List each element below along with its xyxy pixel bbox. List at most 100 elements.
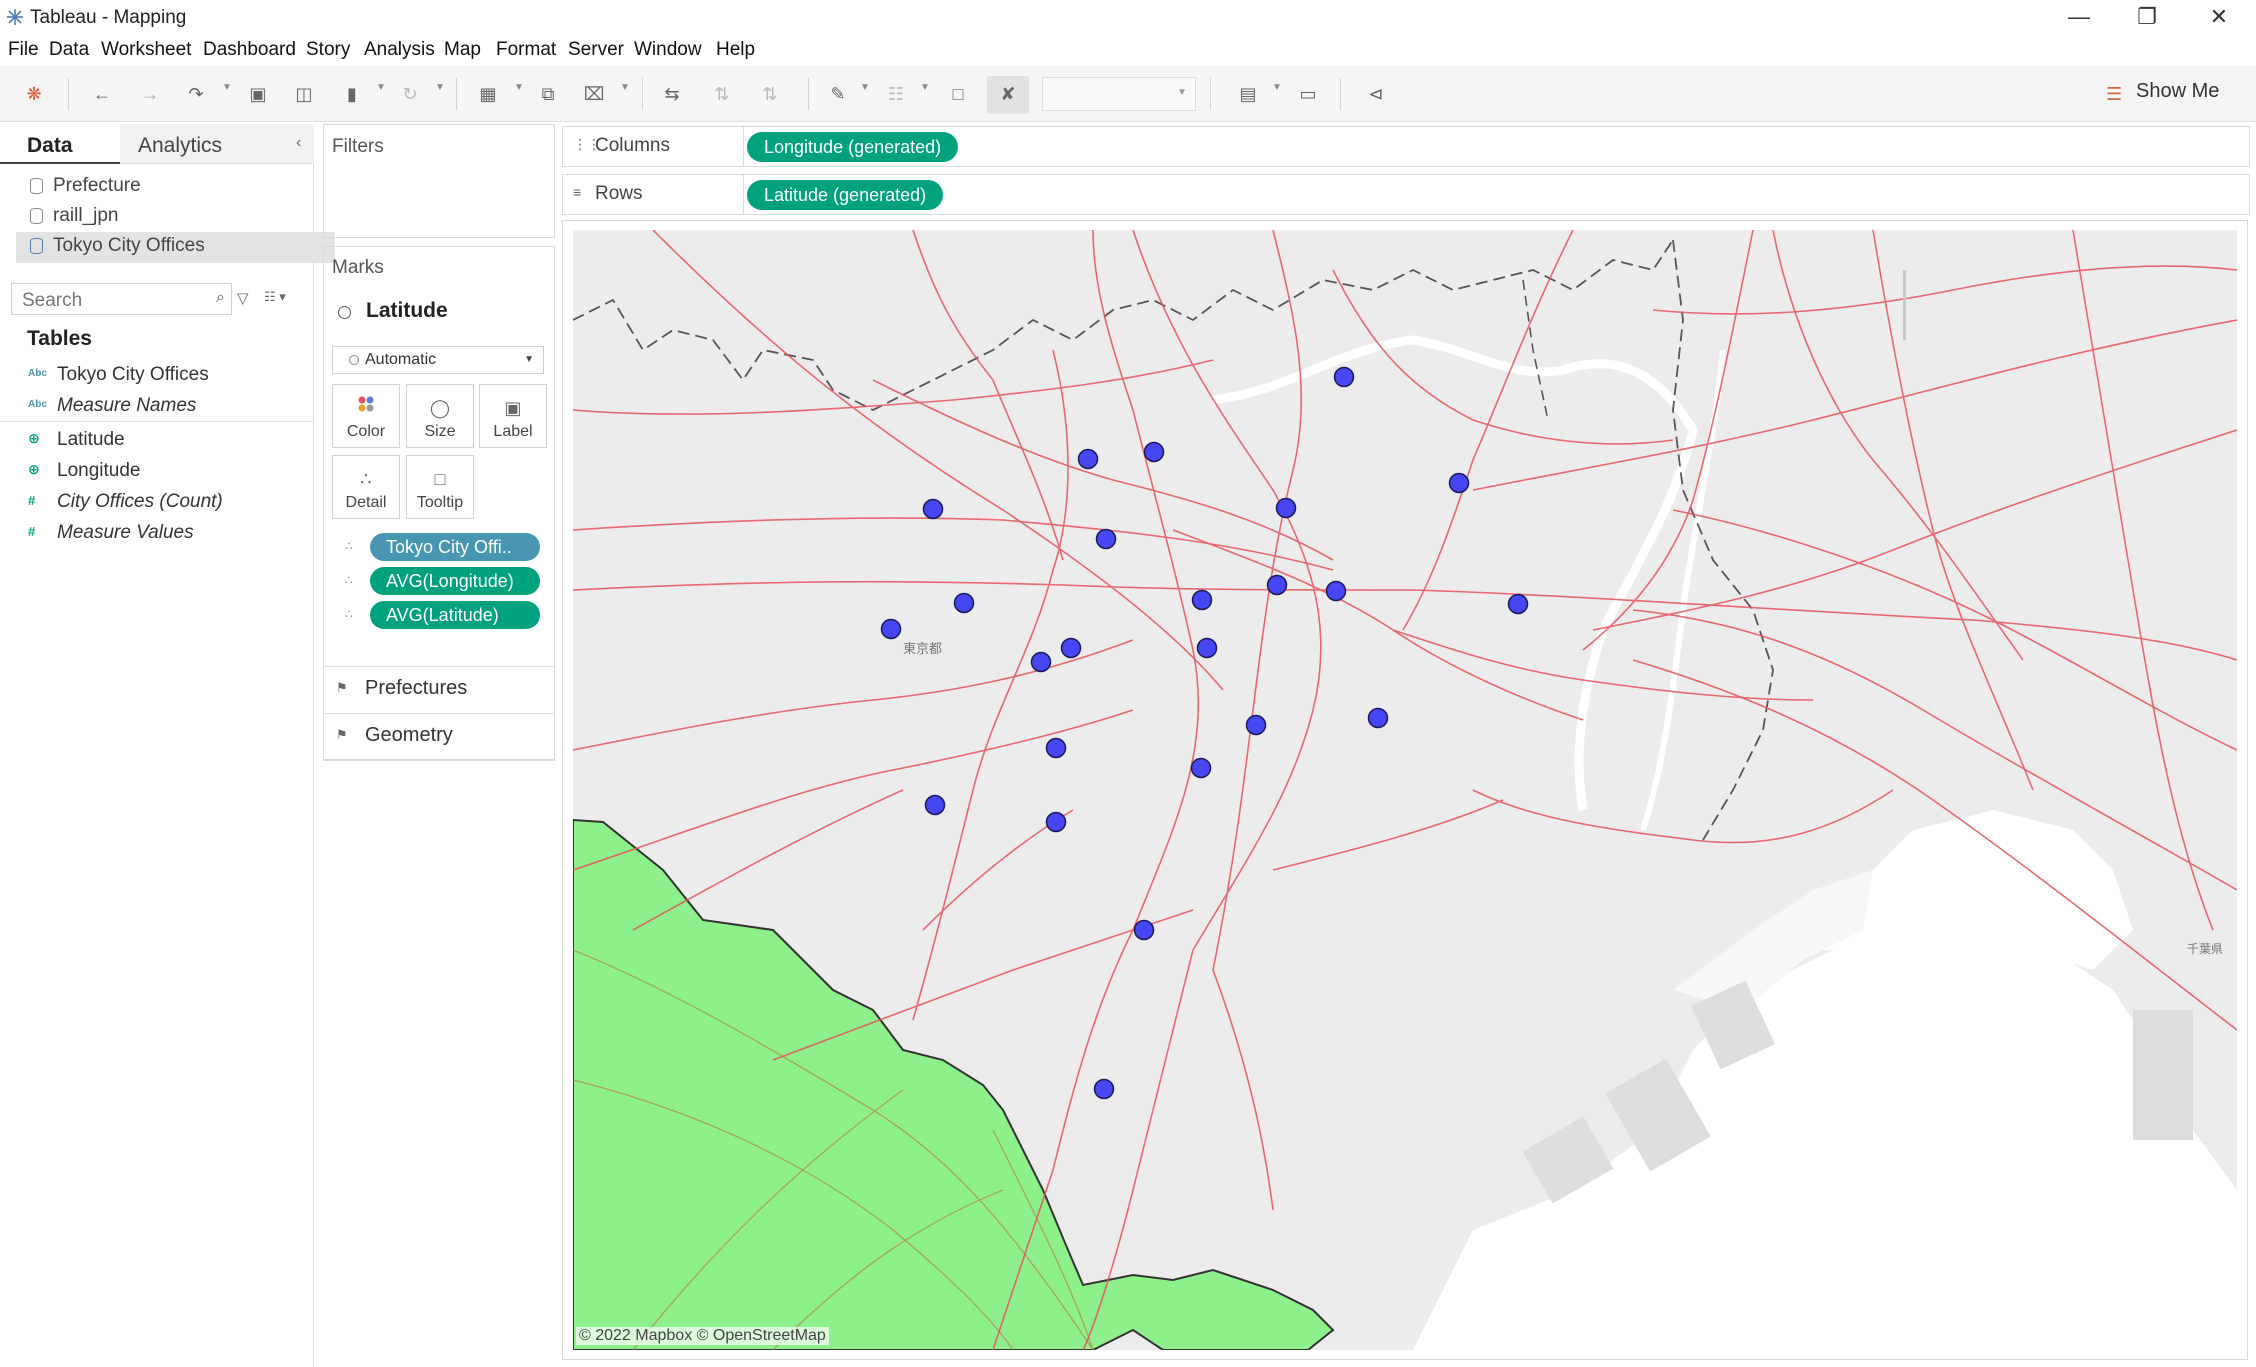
map-canvas[interactable]: 東京都 千葉県 [573, 230, 2237, 1350]
menu-story[interactable]: Story [306, 39, 350, 61]
presentation-icon[interactable]: ▭ [1294, 80, 1322, 108]
field-measure-names[interactable]: Abc Measure Names [0, 392, 314, 422]
menu-dashboard[interactable]: Dashboard [203, 39, 296, 61]
show-me-button[interactable]: Show Me [2136, 80, 2219, 103]
sort-ascending-icon[interactable]: ⇅ [708, 80, 736, 108]
menu-file[interactable]: File [8, 39, 39, 61]
city-office-point[interactable] [1045, 737, 1067, 759]
view-options-icon[interactable]: ☷ ▾ [264, 289, 286, 305]
pill-latitude-generated[interactable]: Latitude (generated) [747, 180, 944, 210]
chevron-down-icon: ▼ [524, 354, 534, 365]
field-tokyo-city-offices[interactable]: Abc Tokyo City Offices [0, 361, 314, 391]
size-button[interactable]: ◯ Size [406, 384, 474, 448]
city-office-point[interactable] [1045, 811, 1067, 833]
city-office-point[interactable] [1093, 1078, 1115, 1100]
group-icon[interactable]: ☷ [882, 80, 910, 108]
field-divider [0, 421, 314, 422]
city-office-point[interactable] [1245, 714, 1267, 736]
redo-icon[interactable]: → [136, 80, 164, 108]
pill-avg-longitude[interactable]: AVG(Longitude) [370, 567, 540, 595]
city-office-point[interactable] [922, 498, 944, 520]
refresh-icon[interactable]: ↻ [396, 80, 424, 108]
city-office-point[interactable] [1325, 580, 1347, 602]
swap-icon[interactable]: ⇆ [658, 80, 686, 108]
city-office-point[interactable] [1507, 593, 1529, 615]
duplicate-sheet-icon[interactable]: ⧉ [534, 80, 562, 108]
layer-prefectures[interactable]: ⚑ Prefectures [323, 666, 555, 713]
field-search-box[interactable]: ⌕ [11, 283, 232, 315]
fit-icon[interactable]: ▤ [1234, 80, 1262, 108]
tab-analytics[interactable]: Analytics [120, 124, 314, 164]
fit-dropdown[interactable]: ▼ [1042, 77, 1196, 111]
city-office-point[interactable] [1190, 757, 1212, 779]
menu-window[interactable]: Window [634, 39, 702, 61]
search-icon[interactable]: ⌕ [216, 289, 225, 307]
save-icon[interactable]: ▣ [244, 80, 272, 108]
labels-icon[interactable]: □ [944, 80, 972, 108]
tableau-logo-icon[interactable]: ❋ [20, 80, 48, 108]
city-office-point[interactable] [1143, 441, 1165, 463]
database-icon [30, 238, 43, 254]
data-source-prefecture[interactable]: Prefecture [16, 172, 335, 203]
city-office-point[interactable] [924, 794, 946, 816]
menu-help[interactable]: Help [716, 39, 755, 61]
rows-shelf[interactable]: ≡ Rows Latitude (generated) [562, 174, 2250, 215]
share-icon[interactable]: ⊲ [1362, 80, 1390, 108]
clear-sheet-icon[interactable]: ⌧ [580, 80, 608, 108]
marks-layer-name[interactable]: Latitude [366, 299, 448, 323]
layer-geometry[interactable]: ⚑ Geometry [323, 713, 555, 761]
menu-map[interactable]: Map [444, 39, 481, 61]
filter-icon[interactable]: ▽ [237, 289, 249, 307]
city-office-point[interactable] [1275, 497, 1297, 519]
pill-tokyo-city-offices[interactable]: Tokyo City Offi.. [370, 533, 540, 561]
city-office-point[interactable] [1191, 589, 1213, 611]
search-input[interactable] [20, 289, 204, 313]
data-source-tokyo-city-offices[interactable]: Tokyo City Offices [16, 232, 335, 263]
pill-avg-latitude[interactable]: AVG(Latitude) [370, 601, 540, 629]
label-button[interactable]: ▣ Label [479, 384, 547, 448]
city-office-point[interactable] [1196, 637, 1218, 659]
new-data-source-icon[interactable]: ◫ [290, 80, 318, 108]
replay-icon[interactable]: ↷ [182, 80, 210, 108]
fix-axes-icon[interactable]: ✘ [994, 80, 1022, 108]
city-office-point[interactable] [1266, 574, 1288, 596]
pause-updates-icon[interactable]: ▮ [338, 80, 366, 108]
city-office-point[interactable] [953, 592, 975, 614]
close-button[interactable]: ✕ [2186, 0, 2252, 34]
pill-longitude-generated[interactable]: Longitude (generated) [747, 132, 959, 162]
columns-shelf[interactable]: ⋮⋮ Columns Longitude (generated) [562, 126, 2250, 167]
tab-data[interactable]: Data [0, 124, 120, 164]
city-office-point[interactable] [1133, 919, 1155, 941]
mark-type-dropdown[interactable]: Automatic ▼ [332, 346, 544, 374]
undo-icon[interactable]: ← [88, 80, 116, 108]
marks-title: Marks [332, 257, 384, 278]
city-office-point[interactable] [1448, 472, 1470, 494]
city-office-point[interactable] [1333, 366, 1355, 388]
map-attribution[interactable]: © 2022 Mapbox © OpenStreetMap [576, 1327, 829, 1345]
color-button[interactable]: Color [332, 384, 400, 448]
city-office-point[interactable] [1060, 637, 1082, 659]
tooltip-button[interactable]: □ Tooltip [406, 455, 474, 519]
city-office-point[interactable] [1030, 651, 1052, 673]
city-office-point[interactable] [1077, 448, 1099, 470]
data-source-raill-jpn[interactable]: raill_jpn [16, 202, 335, 233]
city-office-point[interactable] [1095, 528, 1117, 550]
menu-analysis[interactable]: Analysis [364, 39, 435, 61]
field-measure-values[interactable]: # Measure Values [0, 519, 314, 549]
field-longitude[interactable]: ⊕ Longitude [0, 457, 314, 487]
city-office-point[interactable] [1367, 707, 1389, 729]
highlight-icon[interactable]: ✎ [824, 80, 852, 108]
menu-format[interactable]: Format [496, 39, 556, 61]
new-worksheet-icon[interactable]: ▦ [474, 80, 502, 108]
minimize-button[interactable]: — [2046, 0, 2112, 34]
field-city-offices-count[interactable]: # City Offices (Count) [0, 488, 314, 518]
detail-button[interactable]: ∴ Detail [332, 455, 400, 519]
menu-data[interactable]: Data [49, 39, 89, 61]
restore-button[interactable]: ❐ [2114, 0, 2180, 34]
city-office-point[interactable] [880, 618, 902, 640]
collapse-pane-icon[interactable]: ‹ [296, 134, 301, 152]
menu-worksheet[interactable]: Worksheet [101, 39, 191, 61]
sort-descending-icon[interactable]: ⇅ [756, 80, 784, 108]
field-latitude[interactable]: ⊕ Latitude [0, 426, 314, 456]
menu-server[interactable]: Server [568, 39, 624, 61]
